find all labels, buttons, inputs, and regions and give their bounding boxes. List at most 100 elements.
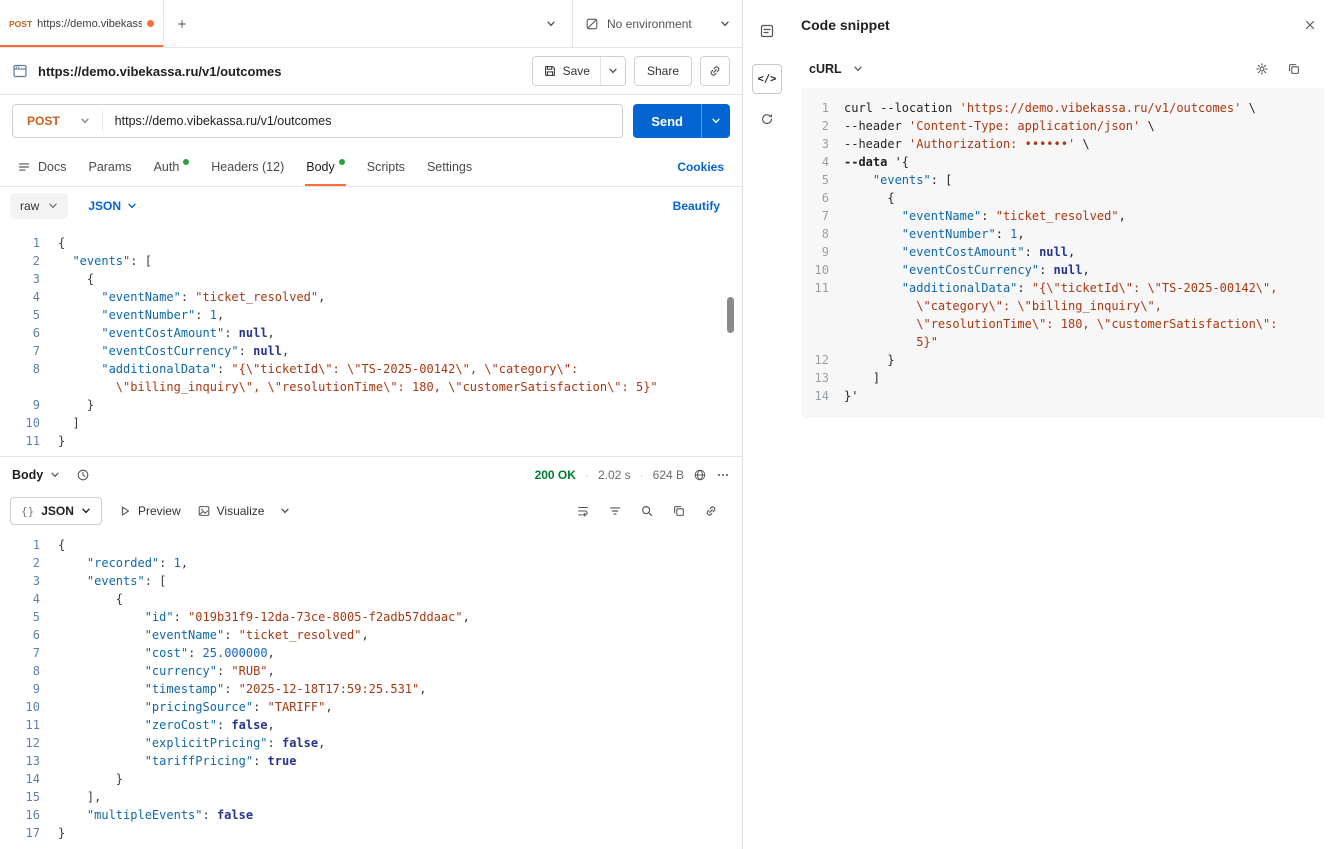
tab-headers-label: Headers (12)	[211, 160, 284, 174]
cookies-link[interactable]: Cookies	[677, 160, 724, 174]
line-number: 2	[0, 252, 40, 270]
request-tab[interactable]: POST https://demo.vibekass	[0, 0, 164, 47]
response-more-button[interactable]	[716, 468, 730, 482]
code-text: {	[58, 536, 65, 554]
code-line: 5 "id": "019b31f9-12da-73ce-8005-f2adb57…	[0, 608, 742, 626]
code-line: 13 ]	[801, 369, 1325, 387]
documentation-rail-button[interactable]	[752, 16, 782, 46]
code-text: \"billing_inquiry\", \"resolutionTime\":…	[58, 378, 658, 396]
line-number: 13	[0, 752, 40, 770]
code-line: 9 "timestamp": "2025-12-18T17:59:25.531"…	[0, 680, 742, 698]
tab-headers[interactable]: Headers (12)	[200, 147, 295, 186]
tab-body[interactable]: Body	[295, 147, 356, 186]
line-number: 2	[0, 554, 40, 572]
gear-icon[interactable]	[1255, 62, 1269, 76]
code-line: 14}'	[801, 387, 1325, 405]
chevron-down-icon	[80, 116, 90, 126]
code-text: "cost": 25.000000,	[58, 644, 275, 662]
line-number: 10	[801, 261, 829, 279]
code-text: --header 'Content-Type: application/json…	[844, 117, 1155, 135]
line-number: 2	[801, 117, 829, 135]
editor-scrollbar-thumb[interactable]	[727, 297, 734, 333]
more-dots-icon	[716, 468, 730, 482]
view-options-button[interactable]	[280, 506, 290, 516]
snippet-language-select[interactable]: cURL	[809, 62, 863, 76]
copy-icon[interactable]	[1287, 62, 1301, 76]
tab-settings[interactable]: Settings	[416, 147, 483, 186]
request-icon	[12, 63, 28, 79]
refresh-rail-button[interactable]	[752, 104, 782, 134]
tab-auth[interactable]: Auth	[143, 147, 201, 186]
save-button[interactable]: Save	[533, 57, 600, 85]
body-format-select[interactable]: JSON	[88, 199, 137, 213]
active-tab-underline	[0, 45, 163, 47]
code-text: ]	[844, 369, 880, 387]
line-number: 3	[0, 270, 40, 288]
body-type-select[interactable]: raw	[10, 193, 68, 219]
preview-button[interactable]: Preview	[118, 504, 181, 518]
tab-docs-label: Docs	[38, 160, 66, 174]
code-line: 1{	[0, 234, 742, 252]
response-history-button[interactable]	[76, 468, 90, 482]
link-icon[interactable]	[704, 504, 718, 518]
code-text: \"resolutionTime\": 180, \"customerSatis…	[844, 315, 1277, 333]
code-line: 8 "additionalData": "{\"ticketId\": \"TS…	[0, 360, 742, 378]
chevron-down-icon	[280, 506, 290, 516]
line-number: 6	[801, 189, 829, 207]
new-tab-button[interactable]	[164, 0, 200, 47]
chevron-down-icon	[81, 506, 91, 516]
method-label: POST	[27, 114, 60, 128]
search-icon[interactable]	[640, 504, 654, 518]
visualize-button[interactable]: Visualize	[197, 504, 265, 518]
code-text: }	[844, 351, 895, 369]
response-time: 2.02 s	[598, 468, 631, 482]
code-text: "explicitPricing": false,	[58, 734, 325, 752]
close-panel-button[interactable]	[1295, 14, 1325, 36]
network-info-button[interactable]	[693, 468, 707, 482]
response-toolbar: {} JSON Preview Visualize	[0, 492, 742, 530]
line-number: 9	[0, 396, 40, 414]
code-snippet-panel: Code snippet cURL 1curl --location 'http…	[791, 0, 1333, 849]
url-input[interactable]	[103, 105, 623, 137]
line-number: 3	[801, 135, 829, 153]
code-line: 7 "eventCostCurrency": null,	[0, 342, 742, 360]
environment-label: No environment	[607, 17, 712, 31]
code-text: "additionalData": "{\"ticketId\": \"TS-2…	[844, 279, 1277, 297]
share-button[interactable]: Share	[634, 56, 692, 86]
line-number: 12	[0, 734, 40, 752]
response-format-select[interactable]: {} JSON	[10, 497, 102, 525]
method-select[interactable]: POST	[13, 105, 102, 137]
response-view-select[interactable]: Body	[12, 468, 60, 482]
status-badge: 200 OK	[535, 468, 576, 482]
tab-options-button[interactable]	[530, 0, 572, 47]
line-number	[801, 333, 829, 351]
code-text: "eventCostCurrency": null,	[844, 261, 1090, 279]
braces-icon: {}	[21, 505, 34, 518]
environment-selector[interactable]: No environment	[572, 0, 742, 47]
snippet-code-block[interactable]: 1curl --location 'https://demo.vibekassa…	[801, 88, 1325, 418]
code-text: }	[58, 396, 94, 414]
code-text: "zeroCost": false,	[58, 716, 275, 734]
save-options-button[interactable]	[600, 57, 625, 85]
code-text: "additionalData": "{\"ticketId\": \"TS-2…	[58, 360, 578, 378]
tab-scripts[interactable]: Scripts	[356, 147, 416, 186]
code-line: 9 "eventCostAmount": null,	[801, 243, 1325, 261]
tabbar-spacer	[200, 0, 530, 47]
copy-icon[interactable]	[672, 504, 686, 518]
request-workspace: POST https://demo.vibekass No environmen…	[0, 0, 743, 849]
tab-docs[interactable]: Docs	[6, 147, 77, 186]
link-icon	[708, 64, 722, 78]
code-text: "eventName": "ticket_resolved",	[844, 207, 1126, 225]
request-body-editor[interactable]: 1{2 "events": [3 {4 "eventName": "ticket…	[0, 225, 742, 457]
wrap-text-icon[interactable]	[576, 504, 590, 518]
send-button[interactable]: Send	[633, 104, 701, 138]
beautify-link[interactable]: Beautify	[673, 199, 720, 213]
send-options-button[interactable]	[701, 104, 730, 138]
copy-link-button[interactable]	[700, 56, 730, 86]
tab-params[interactable]: Params	[77, 147, 142, 186]
code-line: 10 "pricingSource": "TARIFF",	[0, 698, 742, 716]
response-body-editor[interactable]: 1{2 "recorded": 1,3 "events": [4 {5 "id"…	[0, 530, 742, 849]
filter-icon[interactable]	[608, 504, 622, 518]
code-rail-button[interactable]: </>	[752, 64, 782, 94]
chevron-down-icon	[608, 66, 618, 76]
